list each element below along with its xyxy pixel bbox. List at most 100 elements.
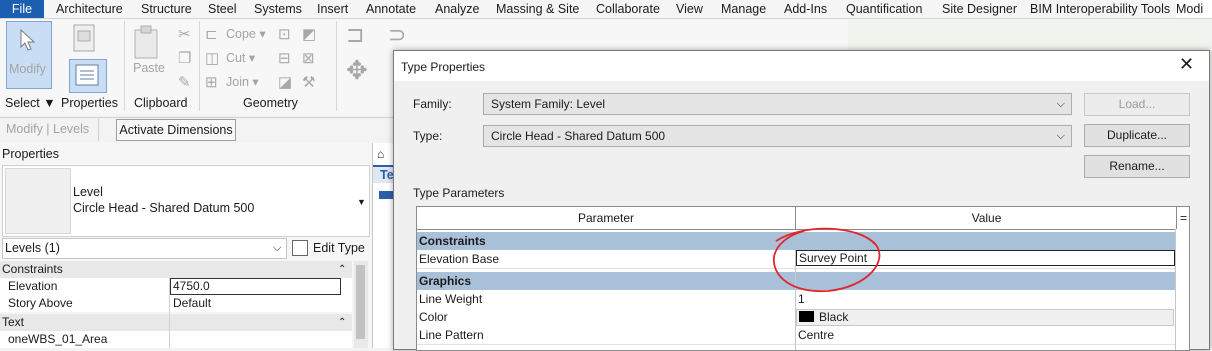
tab-steel[interactable]: Steel	[208, 0, 237, 18]
edit-type-button[interactable]: Edit Type	[292, 238, 370, 258]
join-icon[interactable]: ⊞	[205, 75, 218, 90]
prop-label: Elevation	[8, 279, 58, 293]
instance-filter-label: Levels (1)	[5, 241, 60, 255]
demolish-icon[interactable]: ⊠	[302, 51, 315, 66]
tab-add-ins[interactable]: Add-Ins	[784, 0, 827, 18]
elevation-input[interactable]: 4750.0	[170, 278, 341, 295]
geometry-panel-label: Geometry	[243, 96, 298, 110]
prop-group-text[interactable]: Text ⌃	[0, 314, 352, 331]
copy-icon[interactable]: ❐	[178, 51, 191, 66]
column-divider	[169, 278, 170, 348]
modify-label: Modify	[9, 62, 46, 76]
cut-scissors-icon[interactable]: ✂	[178, 27, 191, 42]
join-dropdown[interactable]: Join ▾	[226, 74, 259, 89]
collapse-icon[interactable]: ⌃	[338, 261, 346, 278]
paint-icon[interactable]: ◩	[302, 27, 316, 42]
prop-group-label: Constraints	[2, 262, 63, 276]
align-icon[interactable]: ⊐	[346, 24, 364, 46]
split-face-icon[interactable]: ⊟	[278, 51, 291, 66]
view-tab-label: Te	[380, 168, 394, 182]
tab-bim-interoperability[interactable]: BIM Interoperability Tools	[1030, 0, 1170, 18]
param-label: Color	[419, 310, 448, 324]
properties-label: Properties	[61, 96, 118, 110]
match-properties-icon[interactable]: ✎	[178, 75, 191, 90]
load-button[interactable]: Load...	[1084, 93, 1190, 116]
tab-view[interactable]: View	[676, 0, 703, 18]
tab-file[interactable]: File	[0, 0, 44, 18]
tab-analyze[interactable]: Analyze	[435, 0, 479, 18]
edit-type-icon	[292, 240, 308, 256]
properties-button[interactable]	[69, 59, 107, 93]
cursor-arrow-icon	[20, 28, 36, 51]
collapse-icon[interactable]: ⌃	[338, 314, 346, 331]
type-label: Type:	[413, 129, 443, 143]
cut-dropdown[interactable]: Cut ▾	[226, 50, 255, 65]
modify-button[interactable]: Modify	[6, 21, 52, 89]
tab-structure[interactable]: Structure	[141, 0, 192, 18]
type-dropdown[interactable]: Circle Head - Shared Datum 500 ⌵	[483, 125, 1072, 147]
family-value: System Family: Level	[491, 97, 606, 111]
properties-palette: Properties Level Circle Head - Shared Da…	[0, 143, 372, 348]
prop-row-elevation[interactable]: Elevation 4750.0	[0, 278, 352, 295]
activate-dimensions-button[interactable]: Activate Dimensions	[116, 119, 236, 141]
clipboard-panel-label: Clipboard	[134, 96, 188, 110]
family-dropdown[interactable]: System Family: Level ⌵	[483, 93, 1072, 115]
properties-scrollbar[interactable]	[354, 261, 368, 348]
type-preview-image	[5, 168, 71, 234]
tab-annotate[interactable]: Annotate	[366, 0, 416, 18]
tab-architecture[interactable]: Architecture	[56, 0, 123, 18]
param-label: Line Pattern	[419, 328, 484, 342]
close-icon[interactable]: ✕	[1179, 55, 1194, 73]
edit-type-label: Edit Type	[313, 241, 365, 255]
tab-site-designer[interactable]: Site Designer	[942, 0, 1017, 18]
tab-quantification[interactable]: Quantification	[846, 0, 922, 18]
param-row-line-pattern[interactable]: Line Pattern Centre	[417, 326, 1189, 345]
param-value[interactable]: Centre	[798, 326, 834, 344]
param-label: Elevation Base	[419, 252, 500, 266]
paste-icon[interactable]	[132, 25, 164, 61]
remove-paint-icon[interactable]: ◪	[278, 75, 292, 90]
tab-modify[interactable]: Modi	[1176, 0, 1212, 18]
prop-row-story-above[interactable]: Story Above Default	[0, 295, 352, 312]
chevron-down-icon[interactable]: ▼	[357, 197, 366, 207]
cut-geometry-icon[interactable]: ◫	[205, 51, 219, 66]
tab-insert[interactable]: Insert	[317, 0, 348, 18]
type-name-label: Circle Head - Shared Datum 500	[73, 201, 255, 215]
family-label: Family:	[413, 97, 452, 111]
offset-icon[interactable]: ⊃	[388, 24, 406, 46]
prop-row-onewbs-area[interactable]: oneWBS_01_Area	[0, 331, 352, 348]
wall-joins-icon[interactable]: ⊡	[278, 27, 291, 42]
move-icon[interactable]: ✥	[346, 57, 368, 83]
prop-label: Story Above	[8, 296, 73, 310]
context-label: Modify | Levels	[6, 122, 90, 136]
prop-value[interactable]: Default	[173, 295, 211, 312]
cope-dropdown[interactable]: Cope ▾	[226, 26, 266, 41]
prop-group-constraints[interactable]: Constraints ⌃	[0, 261, 352, 278]
separator	[98, 119, 99, 141]
color-button[interactable]: Black	[796, 309, 1174, 326]
properties-title: Properties	[2, 147, 59, 161]
tab-massing-site[interactable]: Massing & Site	[496, 0, 579, 18]
select-dropdown[interactable]: Select ▼	[5, 96, 56, 110]
type-selector[interactable]: Level Circle Head - Shared Datum 500 ▼	[2, 165, 370, 237]
param-row-color[interactable]: Color Black	[417, 308, 1189, 327]
home-icon[interactable]: ⌂	[377, 147, 384, 161]
tab-collaborate[interactable]: Collaborate	[596, 0, 660, 18]
cope-icon[interactable]: ⊏	[205, 27, 218, 42]
formula-column-header[interactable]: =	[1176, 207, 1189, 229]
type-value: Circle Head - Shared Datum 500	[491, 129, 666, 143]
separator	[124, 21, 125, 111]
rename-button[interactable]: Rename...	[1084, 155, 1190, 178]
tab-systems[interactable]: Systems	[254, 0, 302, 18]
separator	[336, 21, 337, 111]
type-parameters-label: Type Parameters	[413, 186, 505, 200]
prop-group-label: Text	[2, 315, 25, 329]
tab-manage[interactable]: Manage	[721, 0, 766, 18]
duplicate-button[interactable]: Duplicate...	[1084, 124, 1190, 147]
dialog-title: Type Properties	[401, 60, 486, 74]
properties-icon	[75, 64, 99, 86]
parameter-column-header[interactable]: Parameter	[417, 207, 795, 229]
hammer-icon[interactable]: ⚒	[302, 75, 315, 90]
scrollbar-thumb[interactable]	[356, 265, 365, 339]
instance-filter-dropdown[interactable]: Levels (1) ⌵	[2, 238, 287, 259]
